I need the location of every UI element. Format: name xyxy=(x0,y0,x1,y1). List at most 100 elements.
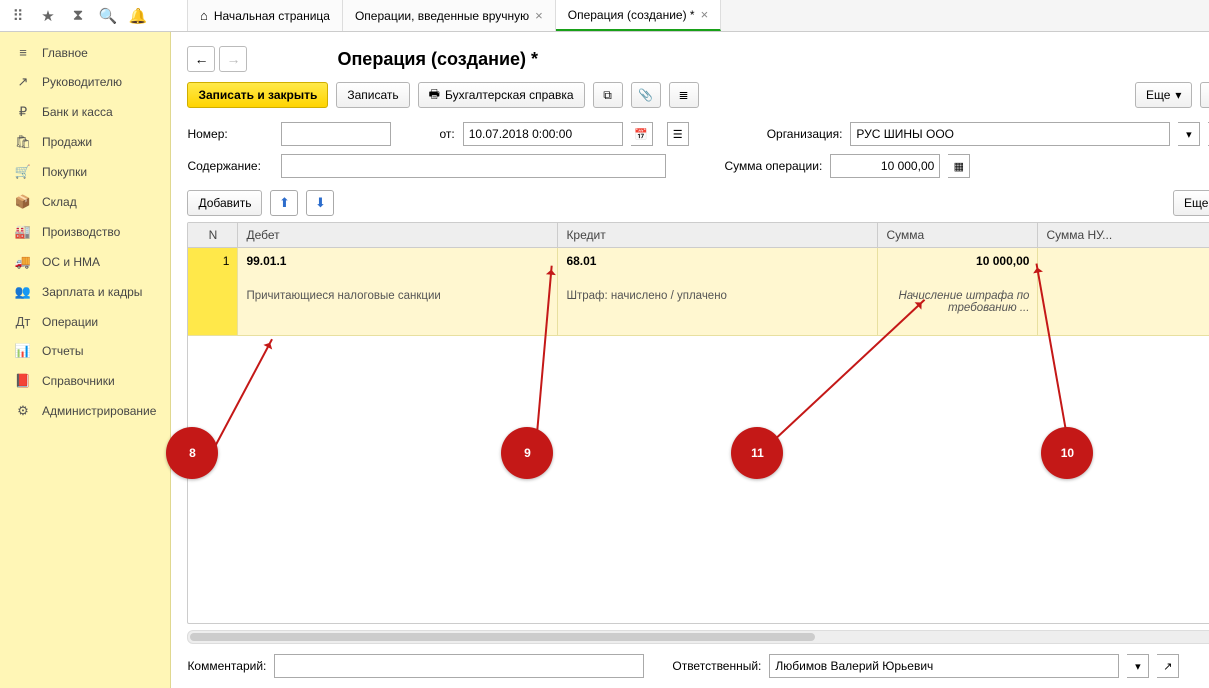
sidebar-item-operations[interactable]: ДтОперации xyxy=(0,307,170,336)
open-resp-icon[interactable]: ↗ xyxy=(1157,654,1179,678)
debit-desc: Причитающиеся налоговые санкции xyxy=(246,290,549,302)
credit-desc: Штраф: начислено / уплачено xyxy=(566,290,869,302)
forward-button[interactable]: → xyxy=(219,46,247,72)
table-more-button[interactable]: Еще ▾ xyxy=(1173,190,1209,216)
sidebar-item-purchases[interactable]: 🛒Покупки xyxy=(0,157,170,187)
comment-input[interactable] xyxy=(274,654,644,678)
sum-desc: Начисление штрафа по требованию ... xyxy=(886,290,1029,314)
cell-credit[interactable]: 68.01 Штраф: начислено / уплачено xyxy=(558,248,878,335)
sidebar-item-admin[interactable]: ⚙ Администрирование xyxy=(0,396,170,426)
btn-label: Еще xyxy=(1184,196,1208,210)
header-row: ← → Операция (создание) * × xyxy=(171,32,1209,82)
sidebar-item-manager[interactable]: ↗Руководителю xyxy=(0,67,170,97)
link-button[interactable]: ⧉ xyxy=(593,82,623,108)
close-icon[interactable]: × xyxy=(701,7,709,22)
sidebar-item-production[interactable]: 🏭 Производство xyxy=(0,217,170,247)
sidebar-item-label: Склад xyxy=(42,195,77,209)
search-icon[interactable]: 🔍 xyxy=(96,4,120,28)
chevron-down-icon: ▾ xyxy=(1175,88,1181,102)
scrollbar-thumb[interactable] xyxy=(190,633,815,641)
calendar-icon[interactable]: 📅 xyxy=(631,122,653,146)
sum-input[interactable] xyxy=(830,154,940,178)
sidebar-item-assets[interactable]: 🚚ОС и НМА xyxy=(0,247,170,277)
sidebar: ≡Главное ↗Руководителю ₽ Банк и касса 🛍Пр… xyxy=(0,32,171,688)
extra-button[interactable]: ☰ xyxy=(667,122,689,146)
sidebar-item-bank[interactable]: ₽ Банк и касса xyxy=(0,97,170,127)
more-button[interactable]: Еще ▾ xyxy=(1135,82,1192,108)
sidebar-item-warehouse[interactable]: 📦 Склад xyxy=(0,187,170,217)
sidebar-item-label: Справочники xyxy=(42,374,115,388)
print-button[interactable]: 🖶Бухгалтерская справка xyxy=(418,82,585,108)
sum-label: Сумма операции: xyxy=(724,159,822,173)
sidebar-item-sales[interactable]: 🛍Продажи xyxy=(0,127,170,157)
content-input[interactable] xyxy=(281,154,666,178)
org-input[interactable] xyxy=(850,122,1170,146)
save-and-close-button[interactable]: Записать и закрыть xyxy=(187,82,328,108)
tab-ops-manual[interactable]: Операции, введенные вручную × xyxy=(343,0,556,31)
history-icon[interactable]: ⧗ xyxy=(66,4,90,28)
btn-label: Еще xyxy=(1146,88,1170,102)
cell-n: 1 xyxy=(188,248,238,335)
tab-home[interactable]: ⌂ Начальная страница xyxy=(188,0,343,31)
move-up-button[interactable]: ⬆ xyxy=(270,190,298,216)
responsible-input[interactable] xyxy=(769,654,1119,678)
sidebar-item-reports[interactable]: 📊Отчеты xyxy=(0,336,170,366)
form-row-content: Содержание: Сумма операции: ▦ xyxy=(171,150,1209,182)
topbar: ⠿ ★ ⧗ 🔍 🔔 ⌂ Начальная страница Операции,… xyxy=(0,0,1209,32)
sidebar-item-salary[interactable]: 👥Зарплата и кадры xyxy=(0,277,170,307)
gear-icon: ⚙ xyxy=(14,403,32,419)
th-sum: Сумма xyxy=(878,223,1038,247)
footer-row: Комментарий: Ответственный: ▾ ↗ xyxy=(171,644,1209,688)
dropdown-icon[interactable]: ▾ xyxy=(1127,654,1149,678)
move-down-button[interactable]: ⬇ xyxy=(306,190,334,216)
th-n: N xyxy=(188,223,238,247)
attach-button[interactable]: 📎 xyxy=(631,82,661,108)
sidebar-item-label: Руководителю xyxy=(42,75,122,89)
date-input[interactable] xyxy=(463,122,623,146)
sidebar-item-refs[interactable]: 📕Справочники xyxy=(0,366,170,396)
factory-icon: 🏭 xyxy=(14,224,32,240)
toolbar: Записать и закрыть Записать 🖶Бухгалтерск… xyxy=(171,82,1209,118)
close-icon[interactable]: × xyxy=(535,8,543,23)
cell-debit[interactable]: 99.01.1 Причитающиеся налоговые санкции xyxy=(238,248,558,335)
close-button[interactable]: × xyxy=(1205,50,1209,68)
tab-op-create[interactable]: Операция (создание) * × xyxy=(556,0,721,31)
content-label: Содержание: xyxy=(187,159,273,173)
cell-sum[interactable]: 10 000,00 Начисление штрафа по требовани… xyxy=(878,248,1038,335)
print-icon: 🖶 xyxy=(429,85,440,106)
calc-icon[interactable]: ▦ xyxy=(948,154,970,178)
apps-icon[interactable]: ⠿ xyxy=(6,4,30,28)
sidebar-item-label: Банк и касса xyxy=(42,105,113,119)
resp-label: Ответственный: xyxy=(672,659,761,673)
table-tools: Добавить ⬆ ⬇ Еще ▾ xyxy=(171,182,1209,222)
star-icon[interactable]: ★ xyxy=(36,4,60,28)
list-button[interactable]: ≣ xyxy=(669,82,699,108)
number-label: Номер: xyxy=(187,127,273,141)
btn-label: Записать xyxy=(347,88,398,102)
bell-icon[interactable]: 🔔 xyxy=(126,4,150,28)
number-input[interactable] xyxy=(281,122,391,146)
save-button[interactable]: Записать xyxy=(336,82,409,108)
tabs: ⌂ Начальная страница Операции, введенные… xyxy=(188,0,1209,31)
home-icon: ⌂ xyxy=(200,8,208,23)
dropdown-icon[interactable]: ▾ xyxy=(1178,122,1200,146)
tab-label: Операции, введенные вручную xyxy=(355,9,529,23)
ruble-icon: ₽ xyxy=(14,104,32,120)
sidebar-item-main[interactable]: ≡Главное xyxy=(0,38,170,67)
table-row[interactable]: 1 99.01.1 Причитающиеся налоговые санкци… xyxy=(188,248,1209,336)
cell-sumnu[interactable] xyxy=(1038,248,1209,335)
help-button[interactable]: ? xyxy=(1200,82,1209,108)
box-icon: 📦 xyxy=(14,194,32,210)
sidebar-item-label: Главное xyxy=(42,46,88,60)
btn-label: Добавить xyxy=(198,196,251,210)
back-button[interactable]: ← xyxy=(187,46,215,72)
debit-account: 99.01.1 xyxy=(246,254,549,268)
tab-label: Операция (создание) * xyxy=(568,8,695,22)
add-row-button[interactable]: Добавить xyxy=(187,190,262,216)
sidebar-item-label: Отчеты xyxy=(42,344,83,358)
horizontal-scrollbar[interactable] xyxy=(187,630,1209,644)
sum-value: 10 000,00 xyxy=(886,254,1029,268)
sidebar-item-label: Зарплата и кадры xyxy=(42,285,142,299)
sidebar-item-label: Производство xyxy=(42,225,120,239)
sidebar-item-label: Администрирование xyxy=(42,404,156,418)
